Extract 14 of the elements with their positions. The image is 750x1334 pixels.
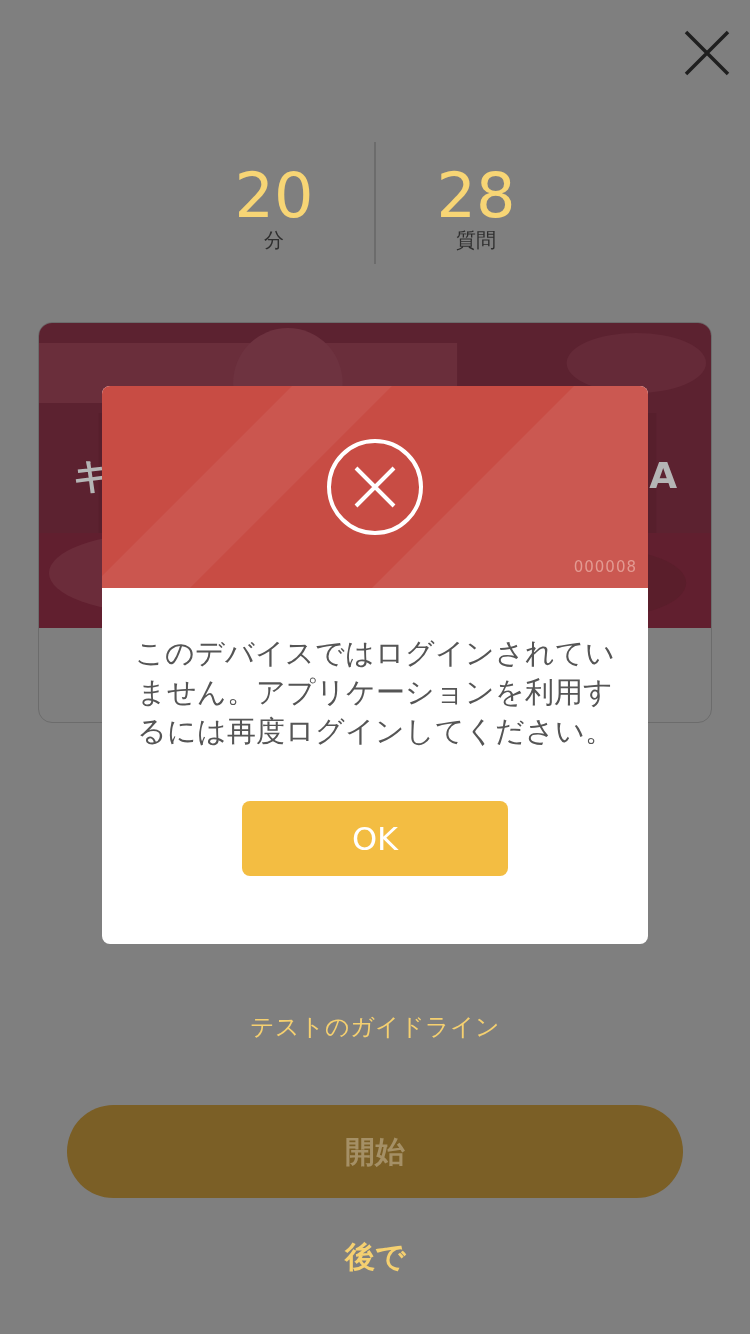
start-button[interactable]: 開始 (67, 1105, 683, 1198)
stat-value: 20 (234, 164, 314, 228)
dialog-message: このデバイスではログインされていません。アプリケーションを利用するには再度ログインしてください。 (134, 635, 616, 750)
card-title: キ (73, 453, 110, 498)
card-title: A (649, 453, 677, 498)
error-code: 000008 (573, 556, 637, 578)
ok-button[interactable]: OK (242, 801, 508, 876)
stat-label: 分 (264, 228, 284, 252)
close-icon[interactable] (684, 30, 730, 76)
error-icon (326, 438, 424, 536)
stat-label: 質問 (456, 228, 496, 252)
later-link[interactable]: 後で (344, 1234, 406, 1279)
stat-value: 28 (436, 164, 516, 228)
guideline-link[interactable]: テストのガイドライン (250, 1009, 500, 1045)
